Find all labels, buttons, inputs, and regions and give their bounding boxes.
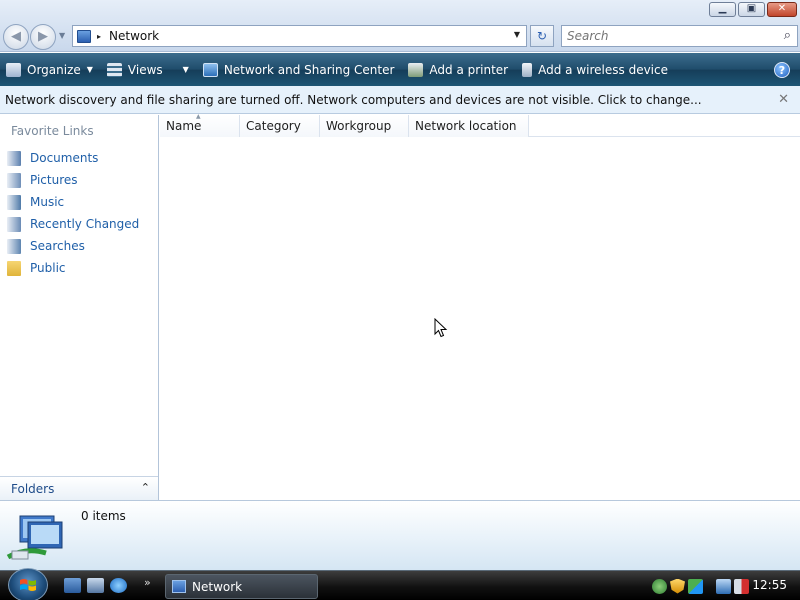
organize-button[interactable]: Organize ▼ xyxy=(6,62,93,77)
add-wireless-device-label: Add a wireless device xyxy=(538,62,668,77)
address-bar[interactable]: ▸ Network ▼ xyxy=(72,25,527,47)
organize-dropdown-icon: ▼ xyxy=(86,65,93,74)
file-list[interactable]: Name Category Workgroup Network location xyxy=(160,113,800,500)
network-sharing-label: Network and Sharing Center xyxy=(223,62,395,77)
network-location-icon xyxy=(77,29,91,43)
maximize-button[interactable]: ▣ xyxy=(738,2,765,17)
add-printer-label: Add a printer xyxy=(429,62,509,77)
favorite-link-searches[interactable]: Searches xyxy=(7,235,139,257)
notification-area xyxy=(652,574,749,598)
printer-icon xyxy=(408,62,424,77)
favorite-link-label: Pictures xyxy=(30,173,78,187)
search-input[interactable] xyxy=(562,26,762,46)
favorite-links-heading: Favorite Links xyxy=(11,124,94,138)
network-discovery-infobar[interactable]: Network discovery and file sharing are t… xyxy=(0,86,800,114)
wireless-device-icon xyxy=(522,62,533,77)
taskbar-window-label: Network xyxy=(192,579,243,594)
favorite-link-pictures[interactable]: Pictures xyxy=(7,169,139,191)
network-sharing-center-button[interactable]: Network and Sharing Center xyxy=(202,62,395,77)
favorite-link-label: Public xyxy=(30,261,66,275)
network-icon xyxy=(6,515,63,560)
address-dropdown-icon[interactable]: ▼ xyxy=(514,30,520,39)
infobar-message[interactable]: Network discovery and file sharing are t… xyxy=(5,93,702,107)
clock[interactable]: 12:55 xyxy=(752,578,787,592)
minimize-button[interactable]: ▁ xyxy=(709,2,736,17)
favorite-link-documents[interactable]: Documents xyxy=(7,147,139,169)
views-dropdown-icon: ▼ xyxy=(182,65,189,74)
close-button[interactable]: ✕ xyxy=(767,2,797,17)
close-icon[interactable]: ✕ xyxy=(778,92,789,107)
breadcrumb-separator-icon[interactable]: ▸ xyxy=(97,32,101,41)
back-button[interactable]: ◀ xyxy=(3,24,29,50)
navigation-pane: Favorite Links Documents Pictures Music … xyxy=(0,115,159,500)
taskbar: » Network 12:55 xyxy=(0,568,800,600)
column-header-network-location[interactable]: Network location xyxy=(409,115,529,137)
forward-button[interactable]: ▶ xyxy=(30,24,56,50)
show-desktop-icon[interactable] xyxy=(64,578,81,593)
views-label: Views xyxy=(127,62,163,77)
switch-windows-icon[interactable] xyxy=(87,578,104,593)
views-icon xyxy=(106,62,122,77)
command-bar: Organize ▼ Views ▼ Network and Sharing C… xyxy=(0,53,800,86)
folder-icon xyxy=(7,260,21,276)
music-icon xyxy=(7,194,21,210)
favorite-link-label: Recently Changed xyxy=(30,217,140,231)
network-status-icon[interactable] xyxy=(716,578,731,594)
pictures-icon xyxy=(7,172,21,188)
favorite-link-label: Music xyxy=(30,195,65,209)
windows-defender-icon[interactable] xyxy=(688,578,703,594)
internet-explorer-icon[interactable] xyxy=(110,578,127,593)
recently-changed-icon xyxy=(7,216,21,232)
network-sharing-icon xyxy=(202,62,218,77)
folders-label: Folders xyxy=(11,481,55,496)
folders-toggle[interactable]: Folders ⌃ xyxy=(0,476,158,500)
favorite-links-list: Documents Pictures Music Recently Change… xyxy=(7,147,139,279)
column-header-category[interactable]: Category xyxy=(240,115,320,137)
add-wireless-device-button[interactable]: Add a wireless device xyxy=(522,62,668,77)
organize-label: Organize xyxy=(27,62,81,77)
add-printer-button[interactable]: Add a printer xyxy=(408,62,509,77)
views-button[interactable]: Views ▼ xyxy=(106,62,189,77)
favorite-link-label: Documents xyxy=(30,151,99,165)
security-shield-icon[interactable] xyxy=(670,578,685,594)
user-status-icon[interactable] xyxy=(652,578,667,594)
column-headers: Name Category Workgroup Network location xyxy=(160,113,800,137)
search-icon[interactable]: ⌕ xyxy=(784,28,791,43)
details-pane: 0 items xyxy=(0,500,800,570)
window-controls: ▁ ▣ ✕ xyxy=(709,2,797,17)
favorite-link-public[interactable]: Public xyxy=(7,257,139,279)
organize-icon xyxy=(6,62,21,77)
documents-icon xyxy=(7,150,21,166)
recent-pages-dropdown-icon[interactable]: ▼ xyxy=(59,31,65,40)
item-count: 0 items xyxy=(81,509,126,523)
volume-muted-icon[interactable] xyxy=(734,578,749,594)
windows-logo-icon xyxy=(20,579,36,591)
column-header-name[interactable]: Name xyxy=(160,113,240,137)
chevron-up-icon[interactable]: ⌃ xyxy=(141,481,150,494)
refresh-button[interactable]: ↻ xyxy=(530,25,554,47)
taskbar-window-network[interactable]: Network xyxy=(165,574,318,599)
network-window-icon xyxy=(172,580,186,593)
column-header-workgroup[interactable]: Workgroup xyxy=(320,115,409,137)
search-box[interactable]: ⌕ xyxy=(561,25,798,47)
searches-icon xyxy=(7,238,21,254)
breadcrumb-network[interactable]: Network xyxy=(109,29,159,43)
start-button[interactable] xyxy=(8,568,48,600)
favorite-link-music[interactable]: Music xyxy=(7,191,139,213)
favorite-link-recently-changed[interactable]: Recently Changed xyxy=(7,213,139,235)
quick-launch-chevron-icon[interactable]: » xyxy=(144,576,151,589)
help-icon[interactable]: ? xyxy=(774,62,790,78)
favorite-link-label: Searches xyxy=(30,239,85,253)
title-bar: ▁ ▣ ✕ ◀ ▶ ▼ ▸ Network ▼ ↻ ⌕ xyxy=(0,0,800,52)
